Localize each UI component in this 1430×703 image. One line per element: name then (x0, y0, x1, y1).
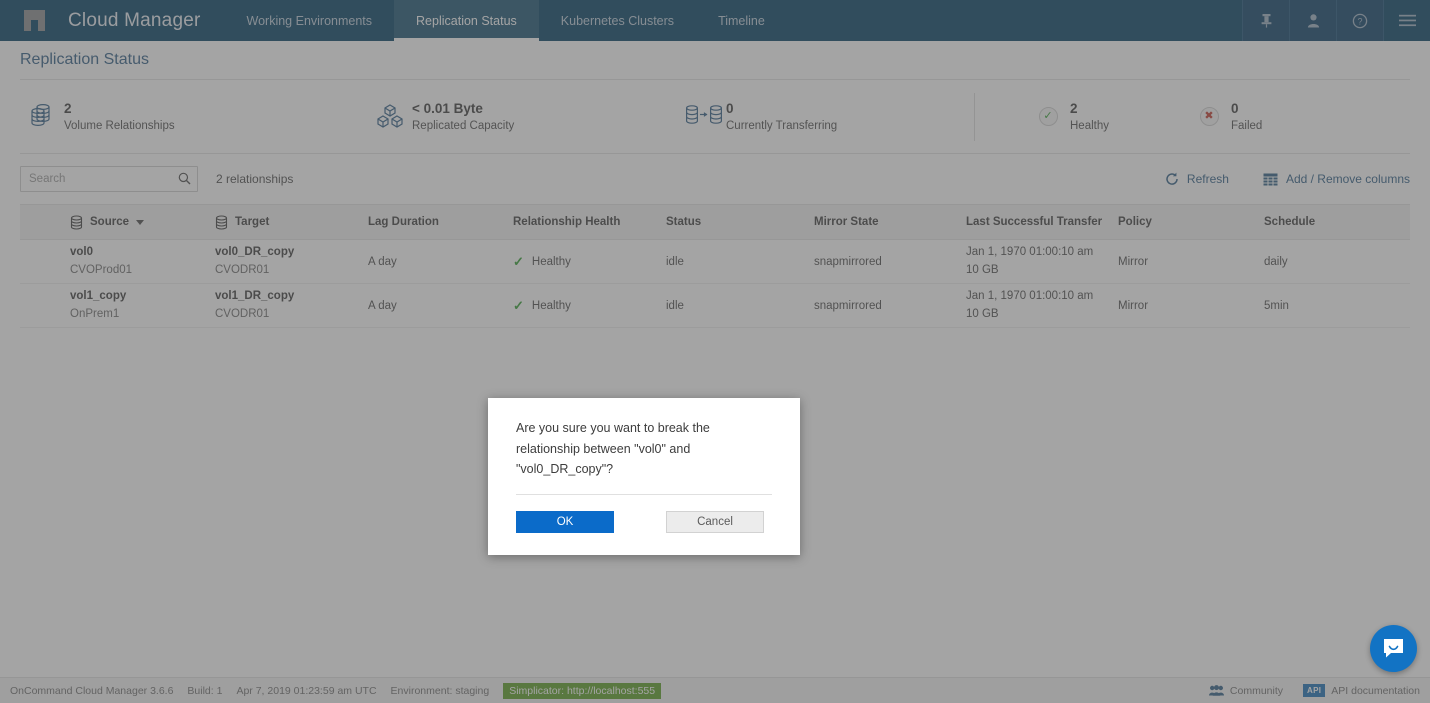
chat-launcher-button[interactable] (1370, 625, 1417, 672)
cancel-button[interactable]: Cancel (666, 510, 764, 533)
chat-smile-icon (1384, 639, 1403, 658)
app-window: Cloud Manager Working Environments Repli… (0, 0, 1430, 703)
dialog-message: Are you sure you want to break the relat… (516, 421, 710, 477)
modal-backdrop[interactable] (0, 0, 1430, 703)
ok-button[interactable]: OK (516, 510, 614, 533)
dialog-actions: OK Cancel (488, 495, 800, 555)
break-relationship-dialog: Are you sure you want to break the relat… (488, 398, 800, 555)
